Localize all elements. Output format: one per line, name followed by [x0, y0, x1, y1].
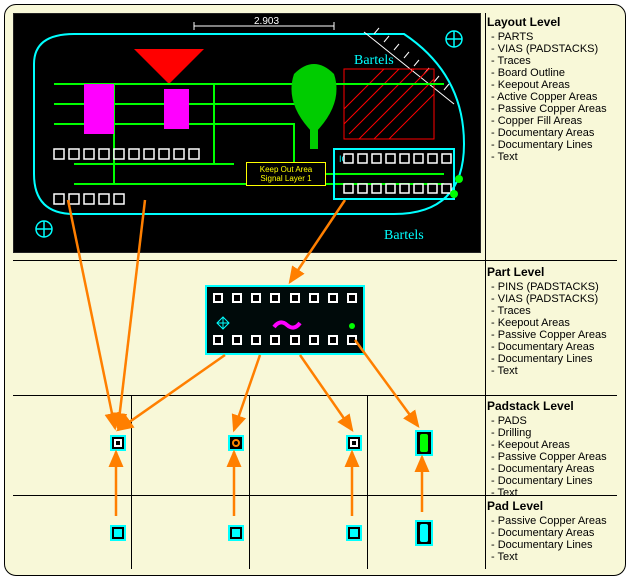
list-item: PARTS: [491, 31, 617, 43]
list-item: Documentary Areas: [491, 341, 617, 353]
list-item: Text: [491, 365, 617, 377]
keepout-line2: Signal Layer 1: [249, 174, 323, 183]
pin-pad: [251, 293, 261, 303]
list-item: Keepout Areas: [491, 317, 617, 329]
pcb-svg: 2.903: [14, 14, 482, 254]
pin-pad: [270, 293, 280, 303]
list-item: Text: [491, 551, 617, 563]
copper-area-icon: [272, 317, 302, 331]
list-item: Passive Copper Areas: [491, 329, 617, 341]
layout-level-panel: Layout Level PARTS VIAS (PADSTACKS) Trac…: [487, 15, 617, 163]
keepout-line1: Keep Out Area: [249, 165, 323, 174]
pin-pad: [232, 335, 242, 345]
brand-text-top: Bartels: [354, 53, 394, 68]
pad-square3: [346, 525, 362, 541]
list-item: Documentary Areas: [491, 127, 617, 139]
padstack-level-list: PADS Drilling Keepout Areas Passive Copp…: [487, 415, 617, 499]
list-item: Passive Copper Areas: [491, 451, 617, 463]
pin-pad: [232, 293, 242, 303]
list-item: PADS: [491, 415, 617, 427]
list-item: VIAS (PADSTACKS): [491, 43, 617, 55]
pin-pad: [309, 335, 319, 345]
list-item: Passive Copper Areas: [491, 103, 617, 115]
divider-h1: [13, 260, 617, 261]
divider-v-main: [485, 13, 486, 569]
list-item: PINS (PADSTACKS): [491, 281, 617, 293]
padstack-level-title: Padstack Level: [487, 399, 617, 413]
list-item: Documentary Lines: [491, 139, 617, 151]
list-item: Documentary Areas: [491, 527, 617, 539]
padstack-round: [228, 435, 244, 451]
padstack-square2: [346, 435, 362, 451]
padstack-square: [110, 435, 126, 451]
list-item: Traces: [491, 55, 617, 67]
list-item: Documentary Areas: [491, 463, 617, 475]
pin-pad: [251, 335, 261, 345]
pin-pad: [213, 293, 223, 303]
pcb-layout-view: 2.903: [13, 13, 481, 253]
via-dot-icon: [349, 323, 355, 329]
list-item: Documentary Lines: [491, 353, 617, 365]
dimension-text: 2.903: [254, 16, 279, 27]
pin-pad: [309, 293, 319, 303]
divider-v3: [367, 395, 368, 569]
padstack-oblong: [415, 430, 433, 456]
pad-level-panel: Pad Level Passive Copper Areas Documenta…: [487, 499, 617, 563]
list-item: Keepout Areas: [491, 439, 617, 451]
divider-h2: [13, 395, 617, 396]
pad-level-list: Passive Copper Areas Documentary Areas D…: [487, 515, 617, 563]
diagram-frame: 2.903: [4, 4, 626, 576]
list-item: Drilling: [491, 427, 617, 439]
pin-pad: [213, 335, 223, 345]
list-item: Text: [491, 487, 617, 499]
pad-square: [110, 525, 126, 541]
list-item: Copper Fill Areas: [491, 115, 617, 127]
padstack-level-panel: Padstack Level PADS Drilling Keepout Are…: [487, 399, 617, 499]
layout-level-list: PARTS VIAS (PADSTACKS) Traces Board Outl…: [487, 31, 617, 163]
pin1-marker-icon: [215, 315, 231, 331]
list-item: VIAS (PADSTACKS): [491, 293, 617, 305]
list-item: Keepout Areas: [491, 79, 617, 91]
pin-pad: [328, 335, 338, 345]
pad-oblong: [415, 520, 433, 546]
pin-pad: [290, 293, 300, 303]
pin-pad: [347, 293, 357, 303]
brand-text-bottom: Bartels: [384, 228, 424, 243]
pin-pad: [290, 335, 300, 345]
layout-level-title: Layout Level: [487, 15, 617, 29]
pin-pad: [328, 293, 338, 303]
part-level-list: PINS (PADSTACKS) VIAS (PADSTACKS) Traces…: [487, 281, 617, 377]
list-item: Active Copper Areas: [491, 91, 617, 103]
part-ic: [205, 285, 365, 355]
pin-pad: [347, 335, 357, 345]
divider-v2: [249, 395, 250, 569]
part-level-title: Part Level: [487, 265, 617, 279]
list-item: Text: [491, 151, 617, 163]
list-item: Passive Copper Areas: [491, 515, 617, 527]
pad-square2: [228, 525, 244, 541]
pin-pad: [270, 335, 280, 345]
list-item: Traces: [491, 305, 617, 317]
pad-level-title: Pad Level: [487, 499, 617, 513]
divider-v1: [131, 395, 132, 569]
list-item: Documentary Lines: [491, 539, 617, 551]
part-level-panel: Part Level PINS (PADSTACKS) VIAS (PADSTA…: [487, 265, 617, 377]
keepout-label: Keep Out Area Signal Layer 1: [246, 162, 326, 186]
list-item: Board Outline: [491, 67, 617, 79]
list-item: Documentary Lines: [491, 475, 617, 487]
